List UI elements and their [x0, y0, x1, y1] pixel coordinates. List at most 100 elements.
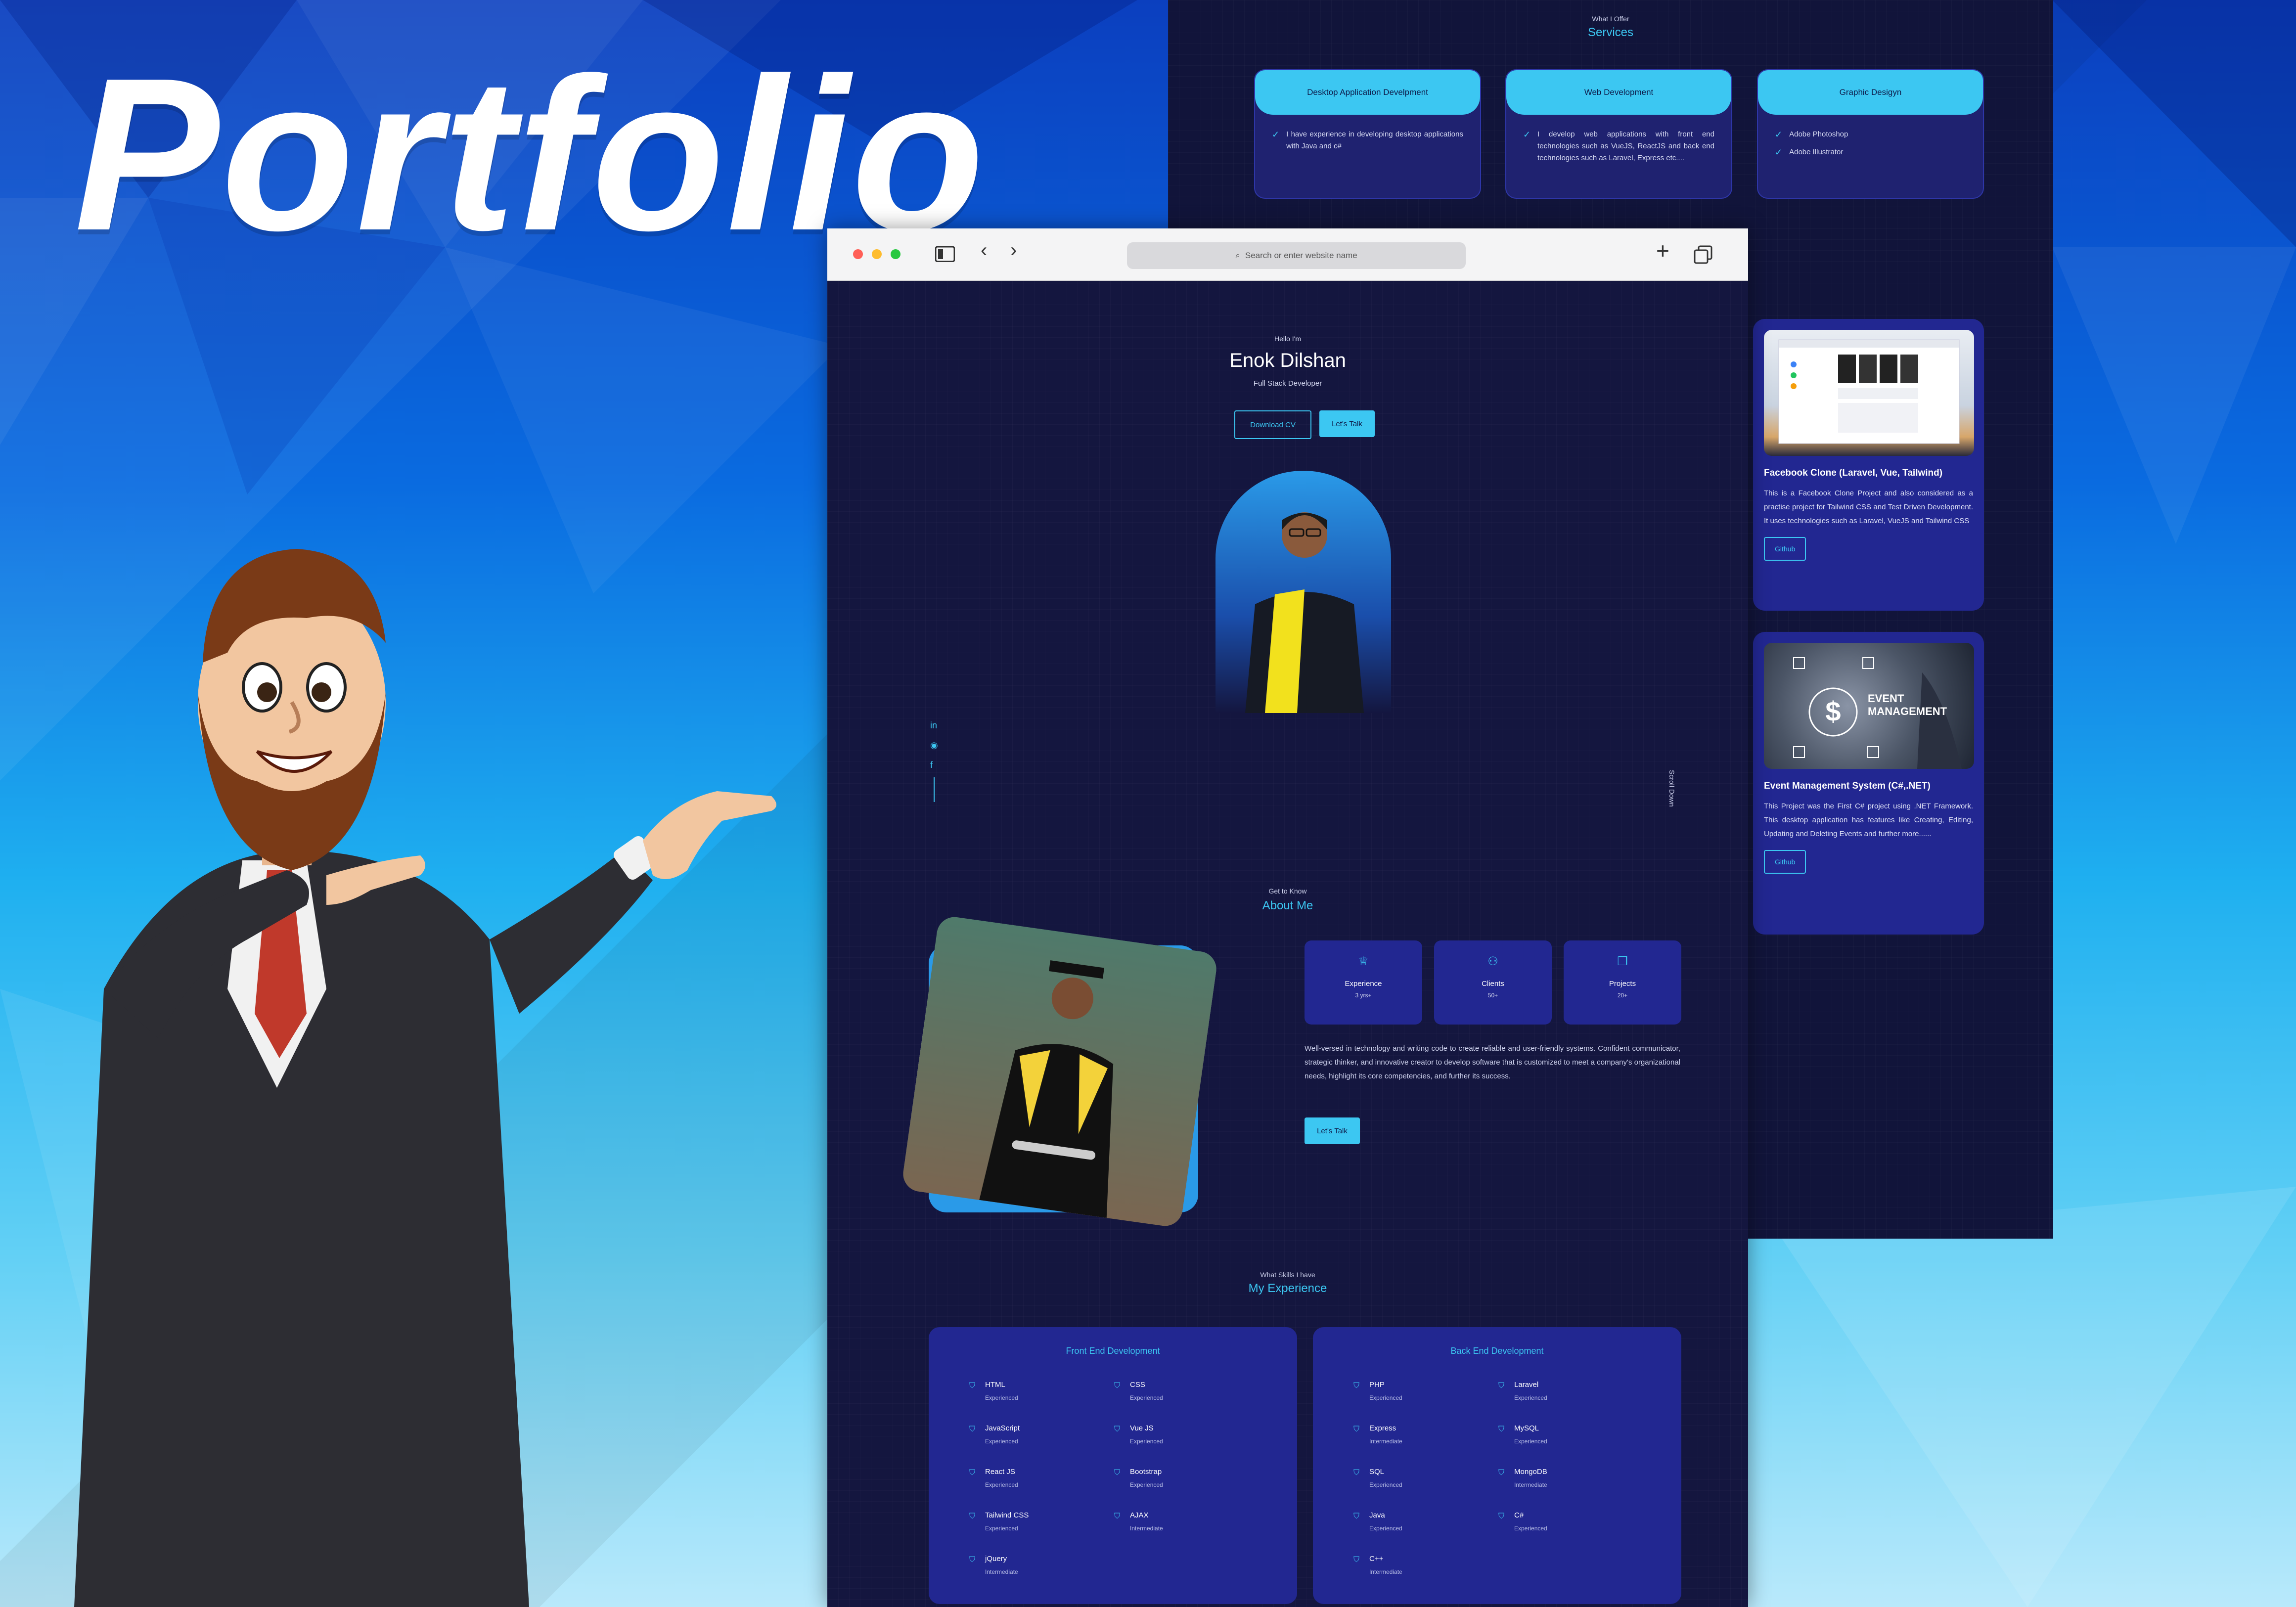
- skill-name: JavaScript: [985, 1424, 1020, 1432]
- badge-check-icon: ⛉: [1498, 1425, 1505, 1433]
- skill-level: Experienced: [1369, 1525, 1402, 1532]
- experience-title: My Experience: [1248, 1282, 1327, 1295]
- skill-name: MongoDB: [1514, 1468, 1547, 1476]
- award-icon: ♕: [1358, 955, 1369, 968]
- new-tab-icon[interactable]: +: [1656, 237, 1669, 264]
- lets-talk-button[interactable]: Let's Talk: [1319, 410, 1375, 437]
- skill-name: Laravel: [1514, 1381, 1539, 1389]
- skill-level: Intermediate: [1369, 1438, 1402, 1445]
- service-card-title: Graphic Desigyn: [1758, 70, 1983, 115]
- service-item: Adobe Illustrator: [1789, 148, 1844, 156]
- frontend-skills-card: Front End Development ⛉ HTML Experienced ⛉…: [929, 1327, 1297, 1604]
- about-description: Well-versed in technology and writing co…: [1305, 1044, 1680, 1080]
- badge-check-icon: ⛉: [969, 1512, 976, 1520]
- search-icon: ⌕: [1235, 251, 1240, 260]
- svg-text:$: $: [1825, 696, 1841, 727]
- badge-check-icon: ⛉: [1498, 1469, 1505, 1477]
- skill-name: jQuery: [985, 1555, 1007, 1563]
- badge-check-icon: ⛉: [1353, 1382, 1360, 1390]
- badge-check-icon: ⛉: [1353, 1556, 1360, 1564]
- skill-name: Vue JS: [1130, 1424, 1154, 1432]
- service-card-title: Desktop Application Develpment: [1255, 70, 1480, 115]
- services-kicker: What I Offer: [1592, 15, 1629, 23]
- stat-value: 20+: [1617, 992, 1628, 999]
- skill-name: HTML: [985, 1381, 1005, 1389]
- skill-level: Experienced: [1514, 1394, 1547, 1401]
- backend-title: Back End Development: [1450, 1346, 1544, 1356]
- badge-check-icon: ⛉: [1114, 1512, 1121, 1520]
- forward-arrow-icon[interactable]: ›: [1010, 239, 1017, 262]
- badge-check-icon: ⛉: [1114, 1382, 1121, 1390]
- event-thumb-label: EVENT MANAGEMENT: [1868, 692, 1947, 717]
- hero-greeting: Hello I'm: [1274, 335, 1302, 343]
- project-title: Facebook Clone (Laravel, Vue, Tailwind): [1764, 468, 1943, 478]
- skill-name: C++: [1369, 1555, 1384, 1563]
- maximize-window-icon[interactable]: [891, 249, 900, 259]
- skill-level: Experienced: [985, 1394, 1018, 1401]
- project-card-event-management: $ EVENT MANAGEMENT Event Management Syst…: [1753, 632, 1984, 935]
- badge-check-icon: ⛉: [1498, 1382, 1505, 1390]
- facebook-clone-screenshot: [1778, 339, 1960, 444]
- skill-level: Experienced: [1130, 1481, 1163, 1488]
- linkedin-icon[interactable]: in: [930, 720, 937, 731]
- skill-name: Java: [1369, 1511, 1385, 1519]
- developer-photo: [1245, 512, 1364, 713]
- skill-name: Tailwind CSS: [985, 1511, 1029, 1519]
- address-bar[interactable]: ⌕ Search or enter website name: [1127, 242, 1466, 269]
- skill-name: CSS: [1130, 1381, 1145, 1389]
- stat-value: 3 yrs+: [1355, 992, 1372, 999]
- check-icon: ✓: [1775, 147, 1783, 157]
- stat-card-clients: ⚇ Clients 50+: [1434, 940, 1552, 1025]
- badge-check-icon: ⛉: [1353, 1512, 1360, 1520]
- hero-portrait: [1216, 471, 1391, 713]
- minimize-window-icon[interactable]: [872, 249, 882, 259]
- back-arrow-icon[interactable]: ‹: [981, 239, 987, 262]
- skill-level: Experienced: [1369, 1481, 1402, 1488]
- check-icon: ✓: [1272, 130, 1280, 139]
- hero-name: Enok Dilshan: [1229, 350, 1346, 371]
- github-icon[interactable]: ◉: [930, 740, 938, 751]
- badge-check-icon: ⛉: [1498, 1512, 1505, 1520]
- services-title: Services: [1587, 26, 1634, 39]
- stat-label: Experience: [1345, 980, 1382, 988]
- about-title: About Me: [1262, 899, 1313, 912]
- skill-level: Experienced: [1369, 1394, 1402, 1401]
- graduation-photo: [900, 915, 1219, 1228]
- address-placeholder: Search or enter website name: [1245, 251, 1357, 260]
- project-title: Event Management System (C#,.NET): [1764, 781, 1931, 791]
- presenter-character-illustration: [74, 549, 776, 1607]
- sidebar-toggle-icon[interactable]: [935, 246, 955, 262]
- download-cv-button[interactable]: Download CV: [1234, 410, 1311, 439]
- close-window-icon[interactable]: [853, 249, 863, 259]
- about-lets-talk-button[interactable]: Let's Talk: [1305, 1117, 1360, 1144]
- scroll-down-link[interactable]: Scroll Down: [1668, 770, 1676, 807]
- badge-check-icon: ⛉: [1114, 1469, 1121, 1477]
- experience-kicker: What Skills I have: [1260, 1271, 1315, 1279]
- skill-level: Intermediate: [1514, 1481, 1547, 1488]
- service-item: I have experience in developing desktop …: [1286, 130, 1463, 150]
- stat-card-projects: ❐ Projects 20+: [1564, 940, 1681, 1025]
- facebook-icon[interactable]: f: [930, 760, 933, 770]
- badge-check-icon: ⛉: [1353, 1425, 1360, 1433]
- github-button[interactable]: Github: [1764, 537, 1806, 561]
- skill-name: Bootstrap: [1130, 1468, 1162, 1476]
- badge-check-icon: ⛉: [969, 1425, 976, 1433]
- graduate-illustration: [900, 915, 1219, 1228]
- users-icon: ⚇: [1487, 955, 1498, 968]
- github-button[interactable]: Github: [1764, 850, 1806, 874]
- about-kicker: Get to Know: [1268, 887, 1307, 895]
- service-item: I develop web applications with front en…: [1537, 130, 1714, 162]
- skill-level: Experienced: [1130, 1394, 1163, 1401]
- skill-name: React JS: [985, 1468, 1015, 1476]
- browser-window: ‹ › ⌕ Search or enter website name + Hel…: [827, 228, 1748, 1607]
- skill-name: C#: [1514, 1511, 1524, 1519]
- folder-icon: ❐: [1617, 955, 1628, 968]
- skill-level: Experienced: [1514, 1525, 1547, 1532]
- skill-name: AJAX: [1130, 1511, 1149, 1519]
- skill-name: Express: [1369, 1424, 1396, 1432]
- tab-overview-icon[interactable]: [1694, 245, 1713, 265]
- badge-check-icon: ⛉: [969, 1382, 976, 1390]
- social-divider: [934, 777, 935, 802]
- skill-level: Intermediate: [1130, 1525, 1163, 1532]
- check-icon: ✓: [1775, 130, 1783, 139]
